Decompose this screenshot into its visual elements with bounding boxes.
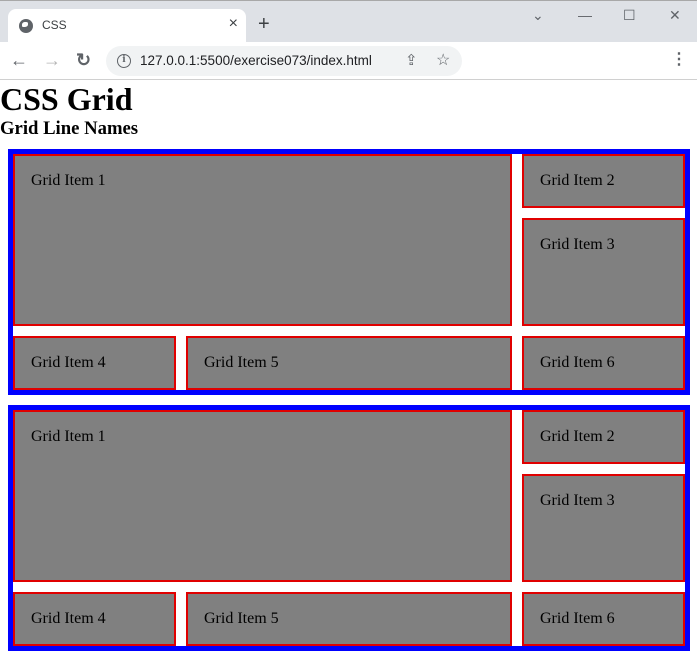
forward-button[interactable]: → [43,50,61,70]
browser-titlebar: CSS × + ⌄ — ☐ ✕ [0,0,697,43]
new-tab-button[interactable]: + [258,14,270,34]
browser-tab[interactable]: CSS × [8,9,246,43]
grid-item-1: Grid Item 1 [13,154,512,326]
window-close-button[interactable]: ✕ [669,7,681,24]
grid-item-4: Grid Item 4 [13,592,176,646]
page-title: CSS Grid [0,81,133,117]
back-button[interactable]: ← [10,50,28,70]
info-icon[interactable]: i [117,54,131,68]
grid-item-3: Grid Item 3 [522,474,685,582]
page-subtitle: Grid Line Names [0,118,139,139]
grid-item-6: Grid Item 6 [522,592,685,646]
grid-item-3: Grid Item 3 [522,218,685,326]
globe-icon [19,19,33,33]
tab-search-icon[interactable]: ⌄ [532,7,544,24]
tab-title: CSS [42,18,67,32]
grid-item-5: Grid Item 5 [186,336,512,390]
grid-item-1: Grid Item 1 [13,410,512,582]
grid-item-6: Grid Item 6 [522,336,685,390]
grid-item-4: Grid Item 4 [13,336,176,390]
bookmark-star-icon[interactable]: ☆ [436,50,450,70]
browser-menu-icon[interactable]: ⋮ [671,50,687,70]
grid-item-5: Grid Item 5 [186,592,512,646]
url-text[interactable]: 127.0.0.1:5500/exercise073/index.html [140,53,372,68]
tab-close-icon[interactable]: × [229,15,238,33]
reload-button[interactable]: ↻ [76,50,91,70]
grid-item-2: Grid Item 2 [522,154,685,208]
grid-container-1: Grid Item 1 Grid Item 2 Grid Item 3 Grid… [8,149,690,395]
maximize-button[interactable]: ☐ [623,7,636,24]
address-bar[interactable]: i 127.0.0.1:5500/exercise073/index.html … [106,46,462,76]
browser-toolbar: ← → ↻ i 127.0.0.1:5500/exercise073/index… [0,42,697,80]
grid-container-2: Grid Item 1 Grid Item 2 Grid Item 3 Grid… [8,405,690,651]
share-icon[interactable]: ⇪ [405,51,418,69]
grid-item-2: Grid Item 2 [522,410,685,464]
minimize-button[interactable]: — [578,7,592,23]
